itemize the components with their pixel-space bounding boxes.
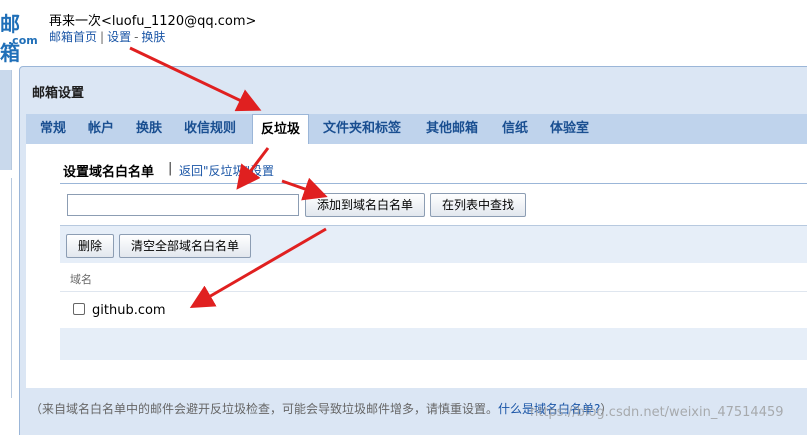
tab-account[interactable]: 帐户 [88,114,114,144]
user-greeting: 再来一次<luofu_1120@qq.com> [49,14,257,29]
title-separator: | [168,161,173,176]
list-column-header [60,263,807,292]
tab-skin[interactable]: 换肤 [136,114,162,144]
section-divider [60,183,807,184]
nav-separator: - [134,30,139,44]
row-checkbox[interactable] [73,303,85,315]
tab-anti-spam[interactable]: 反垃圾 [252,114,310,144]
settings-link[interactable]: 设置 [107,30,131,44]
watermark: https://blog.csdn.net/weixin_47514459 [530,405,784,420]
nav-separator: | [100,30,105,44]
tab-mail-rules[interactable]: 收信规则 [184,114,236,144]
mail-settings-page: 邮箱 .com 再来一次<luofu_1120@qq.com> 邮箱首页 | 设置 -… [0,0,807,435]
domain-entry: github.com [92,303,166,318]
table-row [60,293,807,328]
tab-stationery[interactable]: 信纸 [502,114,528,144]
add-to-whitelist-button[interactable]: 添加到域名白名单 [305,193,425,217]
logo-domain: .com [8,34,38,47]
tab-other-mailboxes[interactable]: 其他邮箱 [426,114,478,144]
delete-button[interactable]: 删除 [66,234,114,258]
tab-folders-labels[interactable]: 文件夹和标签 [323,114,401,144]
page-title: 邮箱设置 [32,86,85,101]
list-footer [60,328,807,360]
whitelist-warning-note: （来自域名白名单中的邮件会避开反垃圾检查，可能会导致垃圾邮件增多，请慎重设置。什… [30,400,612,417]
clear-whitelist-button[interactable]: 清空全部域名白名单 [119,234,251,258]
sidebar-collapsed [0,70,12,170]
tab-general[interactable]: 常规 [40,114,66,144]
find-in-list-button[interactable]: 在列表中查找 [430,193,526,217]
mail-home-link[interactable]: 邮箱首页 [49,30,97,44]
section-title: 设置域名白名单 [63,165,155,180]
column-domain-label: 域名 [70,273,92,286]
change-skin-link[interactable]: 换肤 [141,30,165,44]
top-nav-links: 邮箱首页 | 设置 - 换肤 [49,28,165,45]
sidebar-collapsed-lower [0,178,12,398]
tab-lab[interactable]: 体验室 [550,114,589,144]
note-text: （来自域名白名单中的邮件会避开反垃圾检查，可能会导致垃圾邮件增多，请慎重设置。 [30,402,499,416]
back-to-antispam-link[interactable]: 返回"反垃圾"设置 [179,162,274,179]
domain-input[interactable] [67,194,299,216]
